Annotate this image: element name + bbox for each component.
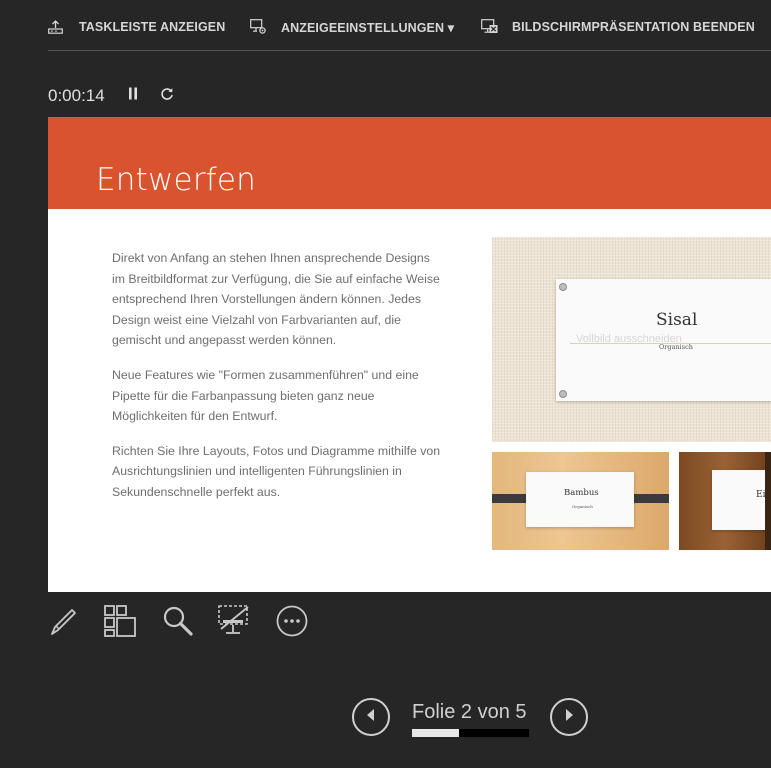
oak-design-thumbnail: Eic [679, 452, 771, 550]
bamboo-design-thumbnail: Bambus Organisch [492, 452, 669, 550]
pen-icon [48, 605, 80, 642]
slide-counter: Folie 2 von 5 [412, 701, 527, 723]
display-settings-icon [250, 19, 267, 35]
end-slideshow-icon [481, 19, 498, 35]
slide-title: Entwerfen [96, 162, 256, 198]
slide-progress-bar [412, 729, 529, 737]
show-taskbar-label: TASKLEISTE ANZEIGEN [79, 20, 226, 34]
oak-card: Eic [712, 470, 771, 530]
display-settings-button[interactable]: ANZEIGEEINSTELLUNGEN ▾ [250, 17, 454, 37]
bamboo-card: Bambus Organisch [526, 472, 634, 527]
slides-grid-icon [104, 604, 136, 642]
sisal-design-thumbnail: Vollbild ausschneiden Sisal Organisch [492, 237, 771, 442]
toolbar-divider [48, 50, 771, 51]
previous-slide-button[interactable] [352, 698, 390, 736]
elapsed-timer: 0:00:14 [48, 86, 105, 105]
show-taskbar-button[interactable]: TASKLEISTE ANZEIGEN [48, 17, 225, 37]
strap [765, 452, 771, 550]
previous-arrow-icon [365, 708, 377, 727]
sisal-subtitle: Organisch [659, 343, 693, 351]
sisal-title: Sisal [656, 310, 698, 330]
slide-paragraph: Direkt von Anfang an stehen Ihnen anspre… [112, 251, 440, 348]
restart-icon [160, 87, 174, 106]
bamboo-title: Bambus [564, 488, 599, 498]
taskbar-icon [48, 20, 63, 34]
zoom-slide-button[interactable] [162, 605, 194, 642]
pin-icon [559, 390, 567, 398]
presenter-toolbar: TASKLEISTE ANZEIGEN ANZEIGEEINSTELLUNGEN… [0, 0, 771, 52]
sisal-card: Vollbild ausschneiden Sisal Organisch [556, 279, 771, 401]
more-options-icon [276, 605, 308, 642]
black-screen-button[interactable] [218, 604, 250, 639]
end-slideshow-button[interactable]: BILDSCHIRMPRÄSENTATION BEENDEN [481, 17, 755, 37]
pause-icon [128, 87, 138, 105]
see-all-slides-button[interactable] [104, 604, 136, 642]
pin-icon [559, 283, 567, 291]
slide-progress-fill [412, 729, 459, 737]
restart-timer-button[interactable] [157, 86, 177, 106]
next-arrow-icon [563, 708, 575, 727]
display-settings-label: ANZEIGEEINSTELLUNGEN ▾ [281, 20, 455, 35]
strap [631, 494, 669, 503]
pause-timer-button[interactable] [123, 86, 143, 106]
slide-paragraph: Neue Features wie "Formen zusammenführen… [112, 367, 419, 424]
pen-tool-button[interactable] [48, 607, 80, 639]
slide-paragraph: Richten Sie Ihre Layouts, Fotos und Diag… [112, 443, 441, 499]
end-slideshow-label: BILDSCHIRMPRÄSENTATION BEENDEN [512, 20, 755, 34]
slide-body-text: Direkt von Anfang an stehen Ihnen anspre… [112, 248, 442, 517]
current-slide[interactable]: Entwerfen Direkt von Anfang an stehen Ih… [48, 117, 771, 592]
next-slide-button[interactable] [550, 698, 588, 736]
zoom-icon [162, 605, 194, 642]
more-options-button[interactable] [276, 605, 308, 642]
screen-display-icon [217, 604, 251, 643]
bamboo-subtitle: Organisch [572, 504, 593, 509]
